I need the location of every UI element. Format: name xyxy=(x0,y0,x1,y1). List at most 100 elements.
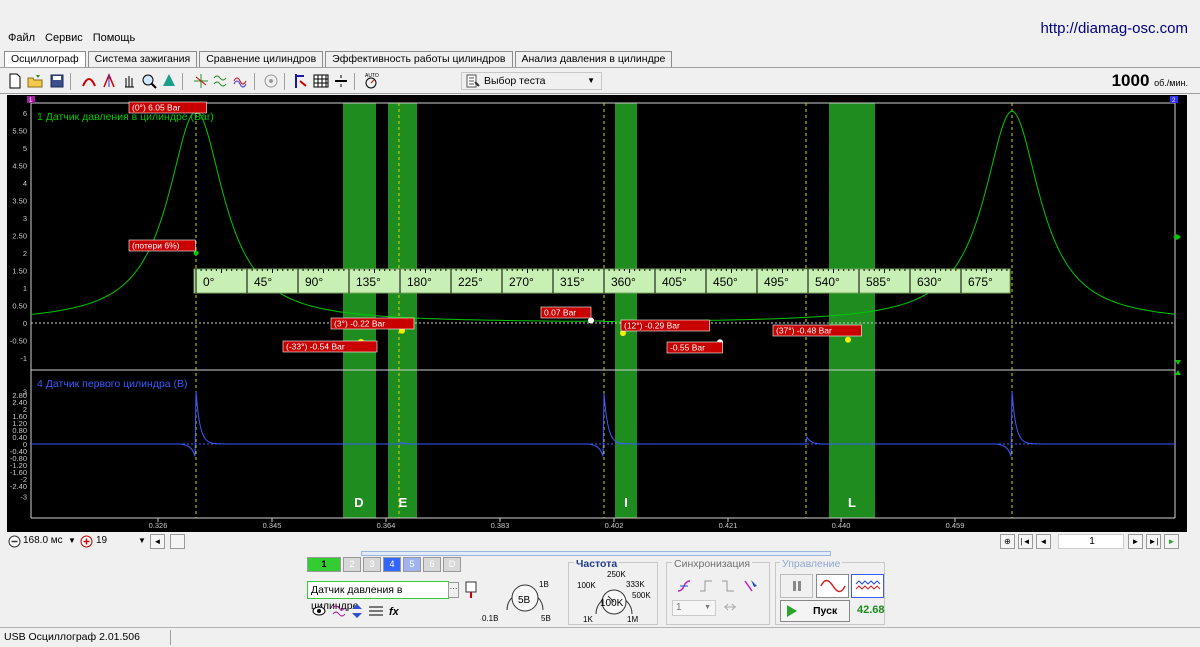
sync-channel-value: 1 xyxy=(676,602,682,613)
sensor-more-button[interactable]: ··· xyxy=(448,582,459,598)
pause-button[interactable] xyxy=(780,574,813,598)
channel-1-button[interactable]: 1 xyxy=(307,557,341,572)
new-file-icon[interactable] xyxy=(6,72,24,90)
open-folder-icon[interactable] xyxy=(26,72,44,90)
probe-icon[interactable] xyxy=(463,580,479,600)
panel-splitter[interactable] xyxy=(361,551,831,556)
sync-link-icon[interactable] xyxy=(722,601,738,613)
rpm-readout: 1000 об./мин. xyxy=(1112,71,1188,91)
tab-ignition-system[interactable]: Система зажигания xyxy=(87,51,198,67)
scroll-thumb[interactable] xyxy=(170,534,185,549)
ch1-y-tick: 3.50 xyxy=(12,197,27,206)
single-mode-button[interactable] xyxy=(816,574,849,598)
arc-tool-icon[interactable] xyxy=(80,72,98,90)
ch1-y-tick: 4.50 xyxy=(12,162,27,171)
time-base-arrow-icon[interactable]: ▼ xyxy=(68,536,76,545)
waveform-icon[interactable] xyxy=(332,604,346,618)
menu-service[interactable]: Сервис xyxy=(45,32,83,44)
tab-cylinder-pressure-analysis[interactable]: Анализ давления в цилиндре xyxy=(514,51,673,67)
time-base-value[interactable]: 168.0 мс xyxy=(23,535,63,546)
site-url-link[interactable]: http://diamag-osc.com xyxy=(1040,20,1188,37)
trigger-cursor-icon[interactable] xyxy=(742,578,760,594)
play-icon[interactable]: ► xyxy=(1164,534,1179,549)
zoom-in-icon[interactable] xyxy=(80,535,93,548)
continuous-mode-button[interactable] xyxy=(851,574,884,598)
auto-gauge-icon[interactable]: AUTO xyxy=(362,72,380,90)
ch1-y-tick: 0.50 xyxy=(12,302,27,311)
menu-help[interactable]: Помощь xyxy=(93,32,136,44)
falling-step-icon[interactable] xyxy=(720,578,736,594)
tab-oscilloscope[interactable]: Осциллограф xyxy=(4,51,86,68)
rising-edge-icon[interactable] xyxy=(676,578,692,594)
ch1-y-tick: 5.50 xyxy=(12,127,27,136)
menu-file[interactable]: Файл xyxy=(8,32,35,44)
ch4-y-tick: -2.40 xyxy=(10,482,27,491)
cursor-tool-icon[interactable] xyxy=(100,72,118,90)
start-label: Пуск xyxy=(813,605,838,617)
last-page-icon[interactable]: ►| xyxy=(1146,534,1161,549)
scroll-left-icon[interactable]: ◄ xyxy=(150,534,165,549)
sync-channel-select[interactable]: 1 ▼ xyxy=(672,600,716,616)
first-page-icon[interactable]: |◄ xyxy=(1018,534,1033,549)
test-select-dropdown[interactable]: Выбор теста ▼ xyxy=(461,72,602,90)
menu-items: Файл Сервис Помощь xyxy=(8,32,135,44)
control-title: Управление xyxy=(780,558,843,570)
plot-canvas[interactable]: D E I L1 265.5054.5043.5032.5021.5010.500-0.… xyxy=(7,95,1187,532)
oscilloscope-plot[interactable]: D E I L 1 2 6 5.50 5 4.50 4 3.50 3 2.50 2 1.50 1 0.50 0 -0.… xyxy=(7,95,1187,532)
sensor-name-field[interactable]: Датчик давления в цилиндре xyxy=(307,581,449,612)
tab-cylinder-comparison[interactable]: Сравнение цилиндров xyxy=(199,51,324,67)
point-37 xyxy=(845,336,851,343)
rising-step-icon[interactable] xyxy=(698,578,714,594)
wave-compare-icon[interactable] xyxy=(232,72,250,90)
x-tick-label: 0.383 xyxy=(491,521,510,530)
marker-tool-icon[interactable] xyxy=(292,72,310,90)
eye-icon[interactable] xyxy=(312,604,326,618)
angle-tick-label: 630° xyxy=(917,275,942,289)
x-tick-label: 0.345 xyxy=(263,521,282,530)
x-tick-label: 0.402 xyxy=(605,521,624,530)
voltage-knob-max: 5В xyxy=(541,614,551,623)
channel-5-button[interactable]: 5 xyxy=(403,557,421,572)
annotation-37: (37°) -0.48 Bar xyxy=(776,326,832,336)
channel-6-button[interactable]: 6 xyxy=(423,557,441,572)
start-button[interactable]: Пуск xyxy=(780,600,850,622)
tree-icon[interactable] xyxy=(160,72,178,90)
angle-tick-label: 360° xyxy=(611,275,636,289)
channel-select-value[interactable]: 19 xyxy=(96,535,107,546)
annotation-12: (12°) -0.29 Bar xyxy=(624,321,680,331)
vertical-shift-icon[interactable] xyxy=(350,603,364,619)
channel-4-button[interactable]: 4 xyxy=(383,557,401,572)
angle-tick-label: 450° xyxy=(713,275,738,289)
prev-page-icon[interactable]: ◄ xyxy=(1036,534,1051,549)
wheel-icon[interactable] xyxy=(262,72,280,90)
wave-overlay-icon[interactable] xyxy=(212,72,230,90)
annotation-peak: (0°) 6.05 Bar xyxy=(132,103,180,113)
angle-tick-label: 675° xyxy=(968,275,993,289)
annotation-3: (3°) -0.22 Bar xyxy=(334,319,385,329)
sine-wave-icon xyxy=(820,579,846,593)
tab-cylinder-efficiency[interactable]: Эффективность работы цилиндров xyxy=(325,51,513,67)
grid-icon[interactable] xyxy=(312,72,330,90)
channel-select-arrow-icon[interactable]: ▼ xyxy=(138,536,146,545)
add-marker-icon[interactable]: ⊕ xyxy=(1000,534,1015,549)
zoom-out-icon[interactable] xyxy=(8,535,21,548)
channel-2-button[interactable]: 2 xyxy=(343,557,361,572)
save-icon[interactable] xyxy=(48,72,66,90)
divide-icon[interactable] xyxy=(332,72,350,90)
test-select-value: Выбор теста xyxy=(484,75,546,87)
next-page-icon[interactable]: ► xyxy=(1128,534,1143,549)
lines-icon[interactable] xyxy=(368,604,384,618)
channel-d-button[interactable]: D xyxy=(443,557,461,572)
zoom-icon[interactable] xyxy=(140,72,158,90)
ch1-y-tick: -0.50 xyxy=(10,337,27,346)
hand-tool-icon[interactable] xyxy=(120,72,138,90)
function-icon[interactable]: fx xyxy=(388,604,402,618)
annotation-min: -0.55 Bar xyxy=(670,343,705,353)
channel-3-button[interactable]: 3 xyxy=(363,557,381,572)
multi-wave-icon xyxy=(855,580,881,590)
angle-tick-label: 405° xyxy=(662,275,687,289)
freq-label-500k: 500K xyxy=(632,591,651,600)
page-number[interactable]: 1 xyxy=(1058,534,1124,549)
timing-zone-d xyxy=(343,103,376,518)
signal-tool-icon[interactable] xyxy=(192,72,210,90)
